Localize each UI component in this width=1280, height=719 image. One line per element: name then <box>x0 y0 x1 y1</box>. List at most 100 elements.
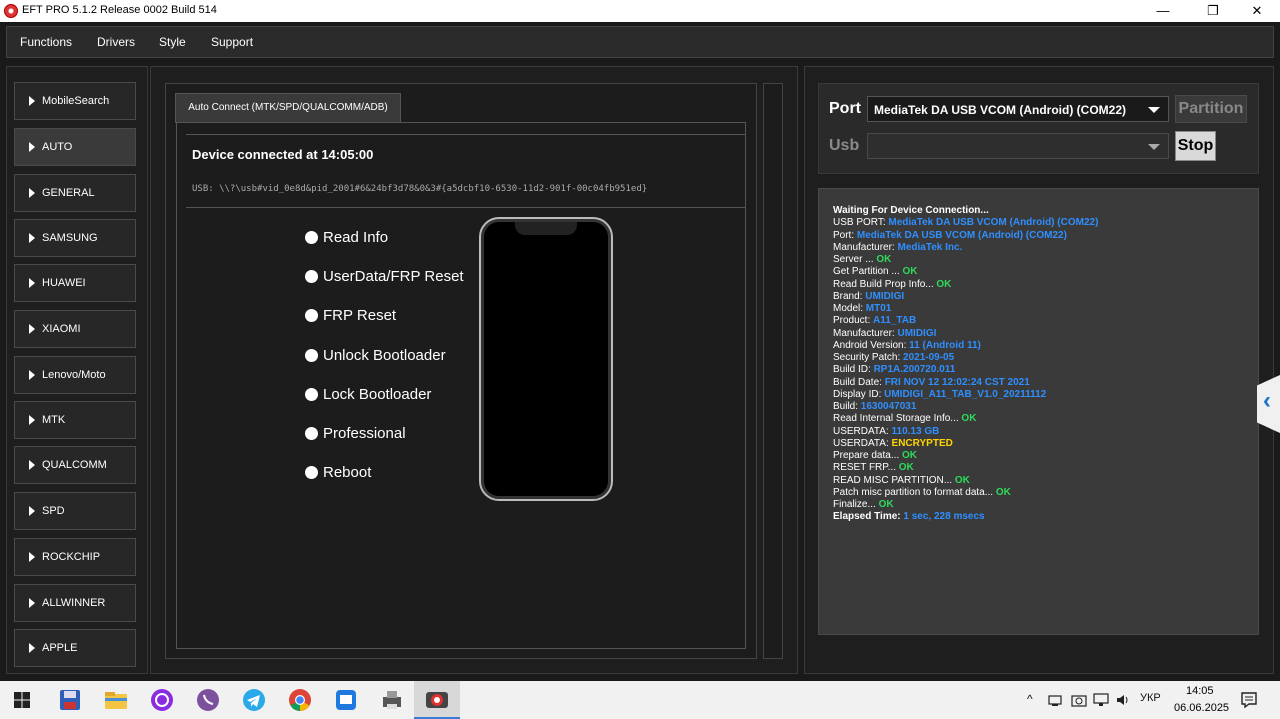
log-line: Read Internal Storage Info... OK <box>833 413 976 424</box>
log-label: Elapsed Time: <box>833 511 904 522</box>
log-label: Display ID: <box>833 389 885 400</box>
triangle-right-icon <box>29 233 35 243</box>
log-line: Manufacturer: UMIDIGI <box>833 328 936 339</box>
radio-button[interactable] <box>305 231 318 244</box>
stop-button[interactable]: Stop <box>1175 131 1216 161</box>
taskbar-active-app[interactable] <box>414 681 460 719</box>
option-label: UserData/FRP Reset <box>323 268 464 285</box>
tray-display-icon[interactable] <box>1093 692 1109 708</box>
telegram-icon[interactable] <box>241 687 267 713</box>
tray-camera-icon[interactable] <box>1071 692 1087 708</box>
usb-label: Usb <box>829 137 860 154</box>
log-label: Android Version: <box>833 340 910 351</box>
sidebar-item-general[interactable]: GENERAL <box>14 174 136 212</box>
radio-button[interactable] <box>305 427 318 440</box>
sidebar-item-allwinner[interactable]: ALLWINNER <box>14 584 136 622</box>
port-select[interactable]: MediaTek DA USB VCOM (Android) (COM22) <box>867 96 1169 122</box>
tray-language[interactable]: УКР <box>1140 692 1161 704</box>
sidebar-item-label: ROCKCHIP <box>42 551 101 563</box>
log-line: Model: MT01 <box>833 303 891 314</box>
menu-drivers[interactable]: Drivers <box>97 35 135 49</box>
clock-time[interactable]: 14:05 <box>1186 685 1214 697</box>
sidebar-item-huawei[interactable]: HUAWEI <box>14 264 136 302</box>
log-line: Security Patch: 2021-09-05 <box>833 352 954 363</box>
log-label: USERDATA: <box>833 426 892 437</box>
chevron-down-icon <box>1148 107 1160 113</box>
radio-button[interactable] <box>305 466 318 479</box>
triangle-right-icon <box>29 415 35 425</box>
radio-button[interactable] <box>305 388 318 401</box>
eft-app-icon <box>4 4 18 18</box>
sidebar-item-label: SAMSUNG <box>42 232 98 244</box>
partition-button[interactable]: Partition <box>1175 95 1247 123</box>
sidebar-item-rockchip[interactable]: ROCKCHIP <box>14 538 136 576</box>
remote-desktop-icon[interactable] <box>333 687 359 713</box>
sidebar-item-label: XIAOMI <box>42 323 81 335</box>
log-line: Product: A11_TAB <box>833 315 916 326</box>
triangle-right-icon <box>29 324 35 334</box>
log-line: Prepare data... OK <box>833 450 917 461</box>
radio-button[interactable] <box>305 309 318 322</box>
log-label: RESET FRP... <box>833 462 899 473</box>
tray-volume-icon[interactable] <box>1115 692 1131 708</box>
save-disk-icon[interactable] <box>57 687 83 713</box>
sidebar-item-spd[interactable]: SPD <box>14 492 136 530</box>
log-label: Prepare data... <box>833 450 902 461</box>
log-value: MediaTek Inc. <box>897 242 963 253</box>
viber-icon[interactable] <box>195 687 221 713</box>
sidebar-item-auto[interactable]: AUTO <box>14 128 136 166</box>
menu-functions[interactable]: Functions <box>20 35 72 49</box>
tray-network-icon[interactable] <box>1048 692 1064 708</box>
log-value: OK <box>961 413 977 424</box>
minimize-button[interactable]: — <box>1140 0 1186 22</box>
log-value: OK <box>954 475 970 486</box>
log-label: Server ... <box>833 254 877 265</box>
log-label: USB PORT: <box>833 217 889 228</box>
file-explorer-icon[interactable] <box>103 687 129 713</box>
radio-button[interactable] <box>305 349 318 362</box>
sidebar-item-samsung[interactable]: SAMSUNG <box>14 219 136 257</box>
sidebar-item-apple[interactable]: APPLE <box>14 629 136 667</box>
log-value: OK <box>878 499 894 510</box>
phone-illustration <box>479 217 613 501</box>
sidebar-item-xiaomi[interactable]: XIAOMI <box>14 310 136 348</box>
log-value: OK <box>902 266 918 277</box>
restore-button[interactable]: ❐ <box>1190 0 1236 22</box>
sidebar-item-mtk[interactable]: MTK <box>14 401 136 439</box>
tab-auto-connect[interactable]: Auto Connect (MTK/SPD/QUALCOMM/ADB) <box>175 93 401 123</box>
log-line: READ MISC PARTITION... OK <box>833 475 970 486</box>
log-line: Brand: UMIDIGI <box>833 291 904 302</box>
menu-style[interactable]: Style <box>159 35 186 49</box>
menu-support[interactable]: Support <box>211 35 253 49</box>
printer-app-icon[interactable] <box>379 687 405 713</box>
log-line: Display ID: UMIDIGI_A11_TAB_V1.0_2021111… <box>833 389 1046 400</box>
center-scrollbar[interactable] <box>763 83 783 659</box>
clock-date[interactable]: 06.06.2025 <box>1174 702 1229 714</box>
tray-chevron-icon[interactable]: ^ <box>1027 692 1033 706</box>
sidebar-item-label: GENERAL <box>42 187 95 199</box>
sidebar-item-label: HUAWEI <box>42 277 86 289</box>
radio-button[interactable] <box>305 270 318 283</box>
taskbar: ^ УКР 14:05 06.06.2025 <box>0 681 1280 719</box>
triangle-right-icon <box>29 278 35 288</box>
log-line: Patch misc partition to format data... O… <box>833 487 1011 498</box>
sidebar-item-lenovo-moto[interactable]: Lenovo/Moto <box>14 356 136 394</box>
close-button[interactable]: ✕ <box>1234 0 1280 22</box>
log-value: 11 (Android 11) <box>909 340 981 351</box>
sidebar-item-label: APPLE <box>42 642 78 654</box>
sidebar-item-label: AUTO <box>42 141 73 153</box>
notifications-icon[interactable] <box>1240 691 1258 709</box>
option-label: Read Info <box>323 229 389 246</box>
usb-select[interactable] <box>867 133 1169 159</box>
device-info-box <box>186 134 746 208</box>
log-label: Port: <box>833 230 857 241</box>
chrome-icon[interactable] <box>287 687 313 713</box>
sidebar-item-mobilesearch[interactable]: MobileSearch <box>14 82 136 120</box>
window-title: EFT PRO 5.1.2 Release 0002 Build 514 <box>22 4 217 16</box>
music-player-icon[interactable] <box>149 687 175 713</box>
sidebar-item-qualcomm[interactable]: QUALCOMM <box>14 446 136 484</box>
log-value: RP1A.200720.011 <box>873 364 956 375</box>
log-label: Read Internal Storage Info... <box>833 413 962 424</box>
log-value: UMIDIGI <box>865 291 905 302</box>
windows-start-icon[interactable] <box>9 687 35 713</box>
